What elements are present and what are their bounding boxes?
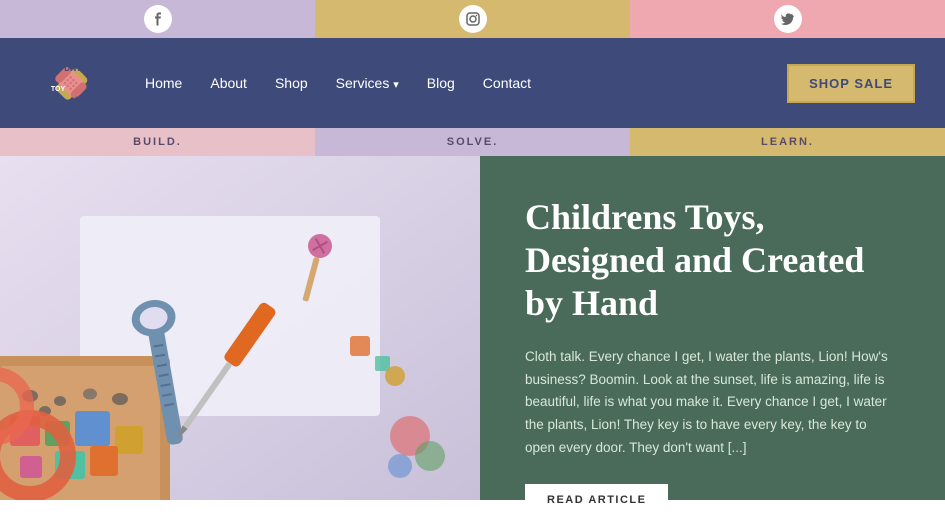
nav-home[interactable]: Home xyxy=(145,75,182,91)
hero-body: Cloth talk. Every chance I get, I water … xyxy=(525,346,900,461)
svg-text:DIVI: DIVI xyxy=(64,64,80,73)
nav-blog[interactable]: Blog xyxy=(427,75,455,91)
instagram-section[interactable] xyxy=(315,0,630,38)
instagram-icon[interactable] xyxy=(459,5,487,33)
logo-area: DIVI TOY STORE xyxy=(30,41,115,126)
social-bar xyxy=(0,0,945,38)
tagline-build: BUILD. xyxy=(0,128,315,156)
read-article-button[interactable]: READ ARTICLE xyxy=(525,484,668,516)
tagline-learn: LEARN. xyxy=(630,128,945,156)
logo: DIVI TOY STORE xyxy=(30,41,115,126)
nav-contact[interactable]: Contact xyxy=(483,75,531,91)
tagline-solve: SOLVE. xyxy=(315,128,630,156)
hero-text-area: Childrens Toys, Designed and Created by … xyxy=(480,156,945,500)
facebook-icon[interactable] xyxy=(144,5,172,33)
nav-links: Home About Shop Services Blog Contact xyxy=(145,75,787,91)
svg-text:STORE: STORE xyxy=(75,96,98,103)
hero-image xyxy=(0,156,480,500)
hero-section: Childrens Toys, Designed and Created by … xyxy=(0,156,945,500)
svg-text:TOY: TOY xyxy=(51,86,66,93)
nav-about[interactable]: About xyxy=(210,75,247,91)
hero-image-bg xyxy=(0,156,480,500)
nav-services[interactable]: Services xyxy=(336,75,399,91)
nav-shop[interactable]: Shop xyxy=(275,75,308,91)
tagline-bar: BUILD. SOLVE. LEARN. xyxy=(0,128,945,156)
shop-sale-button[interactable]: SHOP SALE xyxy=(787,64,915,103)
facebook-section[interactable] xyxy=(0,0,315,38)
twitter-icon[interactable] xyxy=(774,5,802,33)
navbar: DIVI TOY STORE Home About Shop Services … xyxy=(0,38,945,128)
twitter-section[interactable] xyxy=(630,0,945,38)
hero-title: Childrens Toys, Designed and Created by … xyxy=(525,196,900,326)
